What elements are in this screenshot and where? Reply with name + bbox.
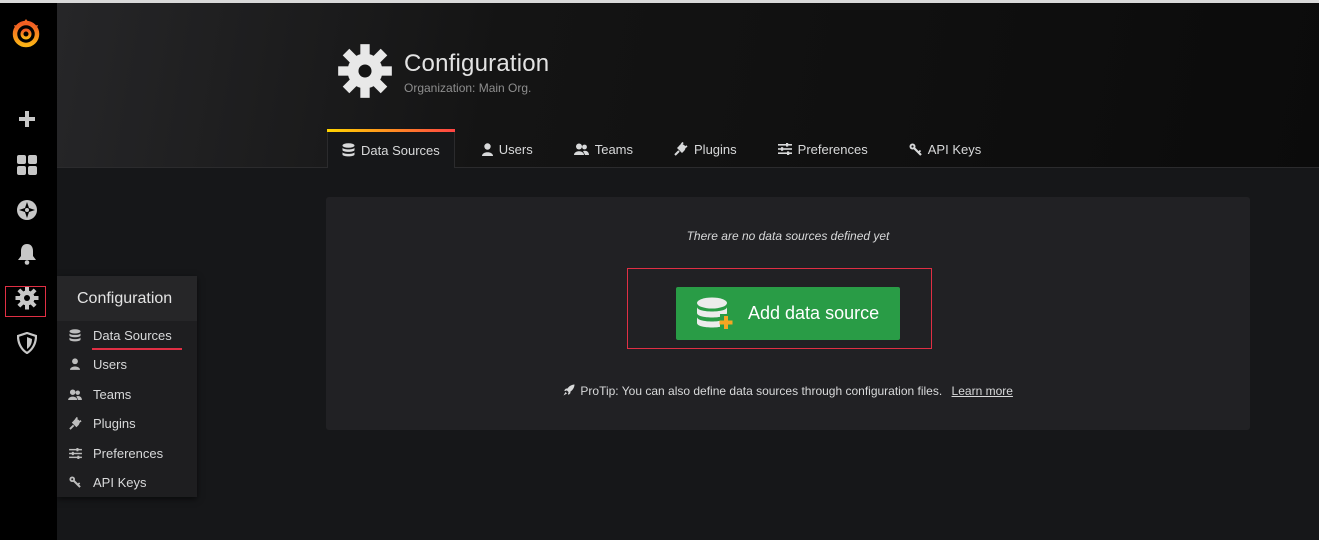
submenu-item-label: Users [93,356,127,372]
tab-users[interactable]: Users [468,130,547,168]
key-icon [909,143,922,156]
tab-teams[interactable]: Teams [560,130,647,168]
dashboards-icon[interactable] [6,148,48,182]
users-icon [68,388,82,400]
submenu-item-users[interactable]: Users [68,353,127,375]
empty-state-panel: There are no data sources defined yet Ad… [326,197,1250,430]
protip: ProTip: You can also define data sources… [326,384,1250,398]
protip-text: ProTip: You can also define data sources… [580,384,943,398]
submenu-item-api-keys[interactable]: API Keys [68,471,146,493]
submenu-header: Configuration [57,276,197,321]
submenu-item-label: Plugins [93,415,136,431]
tab-label: Data Sources [361,142,440,158]
tab-preferences[interactable]: Preferences [764,130,882,168]
rocket-icon [563,384,575,396]
configuration-highlight-box [5,286,46,317]
submenu-item-label: Teams [93,386,132,402]
tab-label: Users [498,141,533,157]
plug-icon [68,416,82,430]
submenu-title[interactable]: Configuration [77,290,172,308]
side-nav [0,3,57,540]
plus-icon[interactable] [6,102,48,136]
user-icon [68,358,82,370]
page-subtitle: Organization: Main Org. [404,81,532,95]
submenu-item-label: API Keys [93,474,147,490]
users-icon [573,143,589,155]
tab-label: Teams [594,141,634,157]
tab-plugins[interactable]: Plugins [660,130,751,168]
page-gear-icon [337,43,393,99]
tab-api-keys[interactable]: API Keys [895,130,995,168]
submenu-item-teams[interactable]: Teams [68,383,131,405]
tab-label: API Keys [927,141,982,157]
tab-data-sources[interactable]: Data Sources [327,129,455,168]
user-icon [481,142,493,156]
add-data-source-label: Add data source [748,303,880,323]
database-icon [68,328,82,342]
tab-label: Plugins [694,141,737,157]
add-data-source-button[interactable]: Add data source [676,287,900,340]
learn-more-link[interactable]: Learn more [952,384,1013,398]
sliders-icon [777,143,792,155]
submenu-item-data-sources[interactable]: Data Sources [68,324,172,346]
grafana-logo-icon[interactable] [9,16,43,50]
tab-label: Preferences [797,141,868,157]
submenu-item-label: Data Sources [93,327,172,343]
alerting-bell-icon[interactable] [6,237,48,271]
submenu-item-plugins[interactable]: Plugins [68,412,136,434]
explore-icon[interactable] [6,193,48,227]
key-icon [68,476,82,488]
database-add-icon [697,297,733,330]
submenu-item-preferences[interactable]: Preferences [68,442,163,464]
configuration-submenu: Configuration Data Sources Users Teams P… [57,276,197,497]
submenu-item-label: Preferences [93,445,164,461]
sliders-icon [68,447,82,459]
database-icon [342,143,355,157]
plug-icon [674,142,688,156]
page-title: Configuration [404,50,550,77]
config-tabs: Data Sources Users Teams Plugins Prefere… [327,129,1008,168]
shield-icon[interactable] [6,326,48,360]
empty-state-message: There are no data sources defined yet [686,229,890,243]
submenu-active-underline [92,348,182,350]
